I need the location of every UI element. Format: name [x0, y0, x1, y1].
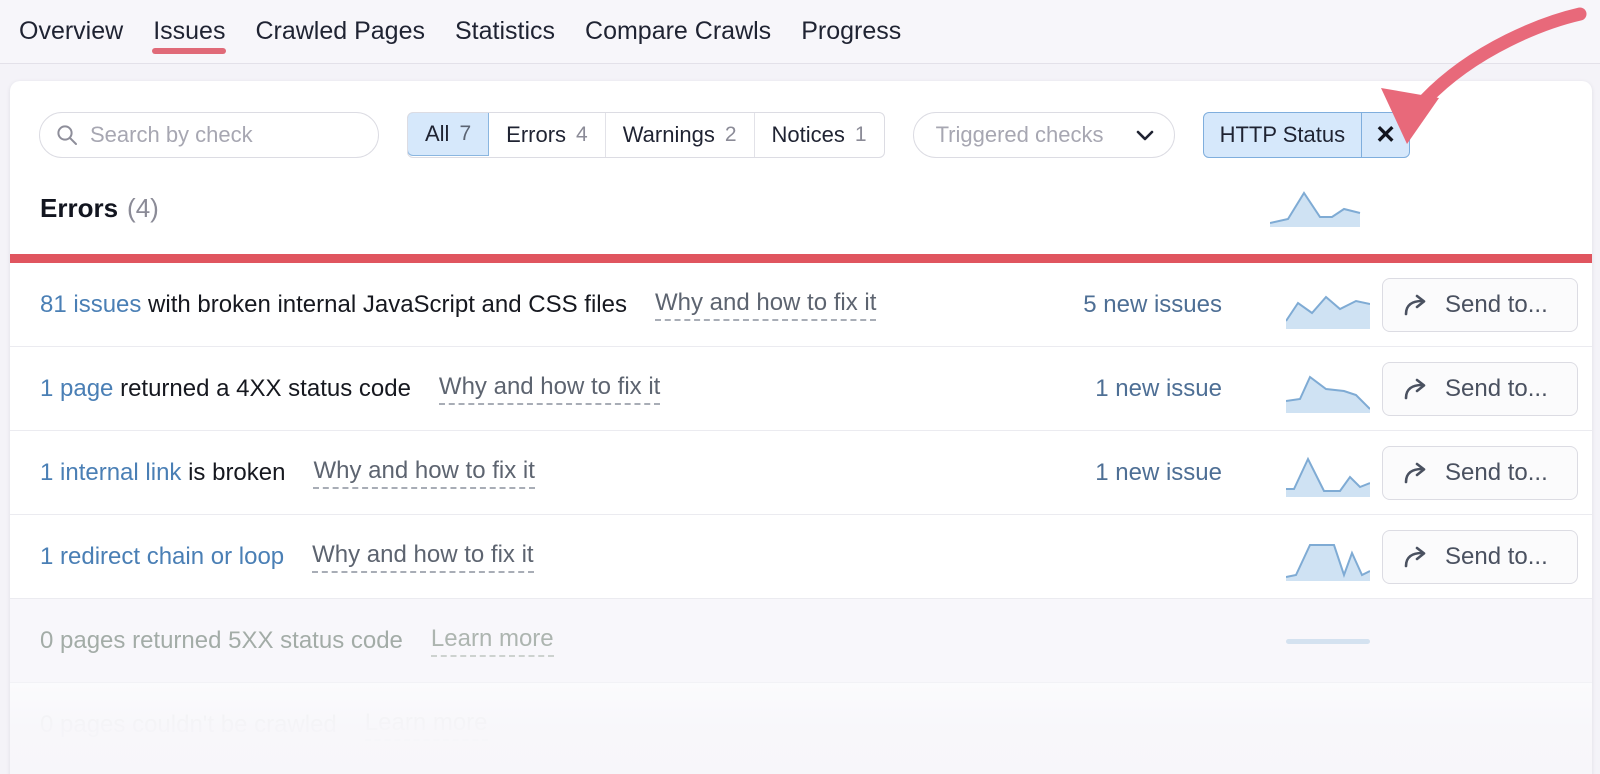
- segment-label: Errors: [506, 122, 566, 148]
- tab-overview[interactable]: Overview: [4, 0, 138, 44]
- issues-card: All 7 Errors 4 Warnings 2 Notices 1 Trig…: [10, 81, 1592, 774]
- share-arrow-icon: [1403, 377, 1431, 401]
- tab-label: Progress: [801, 17, 901, 45]
- issue-title: 0 pages returned 5XX status code: [40, 627, 403, 655]
- segment-errors[interactable]: Errors 4: [489, 113, 606, 157]
- why-and-how-to-fix-link[interactable]: Why and how to fix it: [312, 541, 533, 573]
- learn-more-link[interactable]: Learn more: [365, 709, 488, 741]
- section-count: (4): [127, 193, 159, 224]
- tab-label: Issues: [153, 17, 225, 45]
- section-title: Errors: [40, 193, 118, 224]
- why-and-how-to-fix-link[interactable]: Why and how to fix it: [313, 457, 534, 489]
- section-sparkline: [1270, 183, 1362, 229]
- crawl-issues-screen: Overview Issues Crawled Pages Statistics…: [0, 0, 1600, 774]
- segment-label: Notices: [772, 122, 845, 148]
- table-row[interactable]: 1 redirect chain or loop Why and how to …: [10, 515, 1592, 599]
- issue-description: with broken internal JavaScript and CSS …: [141, 291, 627, 318]
- dropdown-label: Triggered checks: [936, 122, 1104, 148]
- chip-label: HTTP Status: [1204, 113, 1362, 157]
- table-row[interactable]: 0 pages returned 5XX status code Learn m…: [10, 599, 1592, 683]
- segment-count: 2: [725, 123, 737, 147]
- segment-count: 1: [855, 123, 867, 147]
- tab-label: Crawled Pages: [255, 17, 425, 45]
- new-issues-count: 1 new issue: [1095, 375, 1222, 403]
- share-arrow-icon: [1403, 545, 1431, 569]
- issue-count-link[interactable]: 0 pages returned 5XX status code: [40, 627, 403, 654]
- table-row[interactable]: 0 pages couldn't be crawled Learn more: [10, 683, 1592, 767]
- tab-active-underline: [152, 48, 226, 54]
- send-to-button[interactable]: Send to...: [1382, 530, 1578, 584]
- segment-label: Warnings: [623, 122, 715, 148]
- share-arrow-icon: [1403, 293, 1431, 317]
- trend-sparkline: [1286, 449, 1370, 497]
- new-issues-count: 1 new issue: [1095, 459, 1222, 487]
- send-to-label: Send to...: [1445, 375, 1548, 403]
- tab-label: Statistics: [455, 17, 555, 45]
- trend-sparkline: [1286, 281, 1370, 329]
- tab-statistics[interactable]: Statistics: [440, 0, 570, 44]
- issue-count-link[interactable]: 1 page: [40, 375, 113, 402]
- issue-title: 81 issues with broken internal JavaScrip…: [40, 291, 627, 319]
- segment-all[interactable]: All 7: [407, 112, 489, 156]
- trend-sparkline: [1286, 365, 1370, 413]
- errors-section-header: Errors (4): [10, 177, 1592, 239]
- issue-count-link[interactable]: 1 internal link: [40, 459, 181, 486]
- issues-list: 81 issues with broken internal JavaScrip…: [10, 263, 1592, 767]
- close-icon[interactable]: ✕: [1361, 113, 1409, 157]
- issue-count-link[interactable]: 81 issues: [40, 291, 141, 318]
- chevron-down-icon: [1136, 130, 1154, 141]
- triggered-checks-dropdown[interactable]: Triggered checks: [913, 112, 1175, 158]
- tab-label: Overview: [19, 17, 123, 45]
- search-input[interactable]: [90, 122, 362, 148]
- why-and-how-to-fix-link[interactable]: Why and how to fix it: [655, 289, 876, 321]
- share-arrow-icon: [1403, 461, 1431, 485]
- search-box[interactable]: [39, 112, 379, 158]
- learn-more-link[interactable]: Learn more: [431, 625, 554, 657]
- tab-progress[interactable]: Progress: [786, 0, 916, 44]
- severity-divider-bar: [10, 254, 1592, 263]
- new-issues-count: 5 new issues: [1083, 291, 1222, 319]
- send-to-label: Send to...: [1445, 543, 1548, 571]
- table-row[interactable]: 81 issues with broken internal JavaScrip…: [10, 263, 1592, 347]
- send-to-button[interactable]: Send to...: [1382, 362, 1578, 416]
- tab-crawled-pages[interactable]: Crawled Pages: [240, 0, 440, 44]
- trend-sparkline: [1286, 533, 1370, 581]
- segment-count: 7: [459, 122, 471, 146]
- tab-label: Compare Crawls: [585, 17, 771, 45]
- segment-count: 4: [576, 123, 588, 147]
- segment-label: All: [425, 121, 449, 147]
- issue-description: is broken: [181, 459, 285, 486]
- issue-title: 1 redirect chain or loop: [40, 543, 284, 571]
- tab-compare-crawls[interactable]: Compare Crawls: [570, 0, 786, 44]
- trend-sparkline: [1286, 639, 1370, 644]
- issue-count-link[interactable]: 0 pages couldn't be crawled: [40, 711, 337, 738]
- segment-warnings[interactable]: Warnings 2: [606, 113, 755, 157]
- send-to-label: Send to...: [1445, 459, 1548, 487]
- send-to-label: Send to...: [1445, 291, 1548, 319]
- tab-issues[interactable]: Issues: [138, 0, 240, 44]
- table-row[interactable]: 1 internal link is broken Why and how to…: [10, 431, 1592, 515]
- issue-title: 1 page returned a 4XX status code: [40, 375, 411, 403]
- send-to-button[interactable]: Send to...: [1382, 446, 1578, 500]
- table-row[interactable]: 1 page returned a 4XX status code Why an…: [10, 347, 1592, 431]
- http-status-filter-chip[interactable]: HTTP Status ✕: [1203, 112, 1411, 158]
- issue-count-link[interactable]: 1 redirect chain or loop: [40, 543, 284, 570]
- search-icon: [56, 124, 78, 146]
- send-to-button[interactable]: Send to...: [1382, 278, 1578, 332]
- severity-segmented-control: All 7 Errors 4 Warnings 2 Notices 1: [407, 112, 885, 158]
- issue-title: 0 pages couldn't be crawled: [40, 711, 337, 739]
- why-and-how-to-fix-link[interactable]: Why and how to fix it: [439, 373, 660, 405]
- segment-notices[interactable]: Notices 1: [755, 113, 884, 157]
- issue-description: returned a 4XX status code: [113, 375, 411, 402]
- filter-bar: All 7 Errors 4 Warnings 2 Notices 1 Trig…: [10, 109, 1592, 161]
- issue-title: 1 internal link is broken: [40, 459, 285, 487]
- main-tab-bar: Overview Issues Crawled Pages Statistics…: [0, 0, 1600, 64]
